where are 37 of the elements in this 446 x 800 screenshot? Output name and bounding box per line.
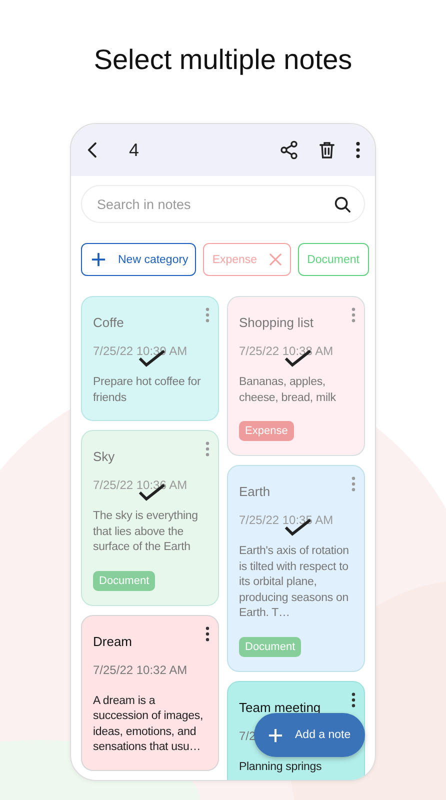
- note-tag: Expense: [239, 421, 294, 441]
- search-icon[interactable]: [333, 194, 352, 214]
- new-category-button[interactable]: New category: [81, 243, 196, 276]
- note-card[interactable]: Dream 7/25/22 10:32 AM A dream is a succession of images, ideas, emotions, and sensations that usu…: [81, 614, 219, 770]
- plus-icon: [91, 252, 106, 267]
- add-note-button[interactable]: Add a note: [254, 713, 365, 757]
- note-card[interactable]: Sky 7/25/22 10:36 AM The sky is everything that lies above the surface of the Earth Document: [81, 430, 219, 606]
- more-icon[interactable]: [351, 692, 356, 708]
- note-text: Prepare hot coffee for friends: [93, 375, 202, 406]
- more-icon[interactable]: [205, 626, 210, 642]
- note-card[interactable]: Coffe 7/25/22 10:39 AM Prepare hot coffee for friends: [81, 296, 219, 421]
- note-title: Team meeting: [239, 700, 321, 714]
- note-title: Earth: [239, 484, 270, 499]
- page-heading: Select multiple notes: [94, 44, 352, 77]
- share-icon[interactable]: [279, 140, 299, 160]
- note-text: Planning springs: [239, 760, 323, 774]
- note-title: Coffe: [93, 315, 124, 330]
- note-title: Shopping list: [239, 315, 314, 330]
- note-text: The sky is everything that lies above the surface of the Earth: [93, 509, 199, 555]
- trash-icon[interactable]: [317, 140, 337, 160]
- note-title: Sky: [93, 449, 115, 464]
- note-title: Dream: [93, 634, 132, 648]
- search-field[interactable]: Search in notes: [95, 196, 333, 212]
- more-icon[interactable]: [355, 141, 361, 159]
- plus-icon: [268, 728, 283, 742]
- note-text: Earth's axis of rotation is tilted with respect to its orbital plane, producing seasons on Earth. T…: [239, 544, 350, 621]
- selected-count: 4: [129, 140, 140, 160]
- note-text: A dream is a succession of images, ideas, emotions, and sensations that usu…: [93, 694, 204, 755]
- note-date: 7/25/22 10:39 AM: [93, 344, 188, 358]
- note-date: 7/25/22 10:32 AM: [93, 662, 188, 676]
- note-tag: Document: [93, 570, 156, 590]
- note-date: 7/25/22 10:35 AM: [239, 513, 334, 527]
- note-tag: Document: [239, 636, 302, 656]
- note-card[interactable]: Earth 7/25/22 10:35 AM Earth's axis of rotation is tilted with respect to its orbital plane, producing seasons on Earth. T… Document: [227, 465, 365, 672]
- search-bar[interactable]: Search in notes: [81, 185, 365, 223]
- note-date: 7/25/22 10:36 AM: [93, 478, 188, 492]
- note-text: Bananas, apples, cheese, bread, milk: [239, 375, 337, 406]
